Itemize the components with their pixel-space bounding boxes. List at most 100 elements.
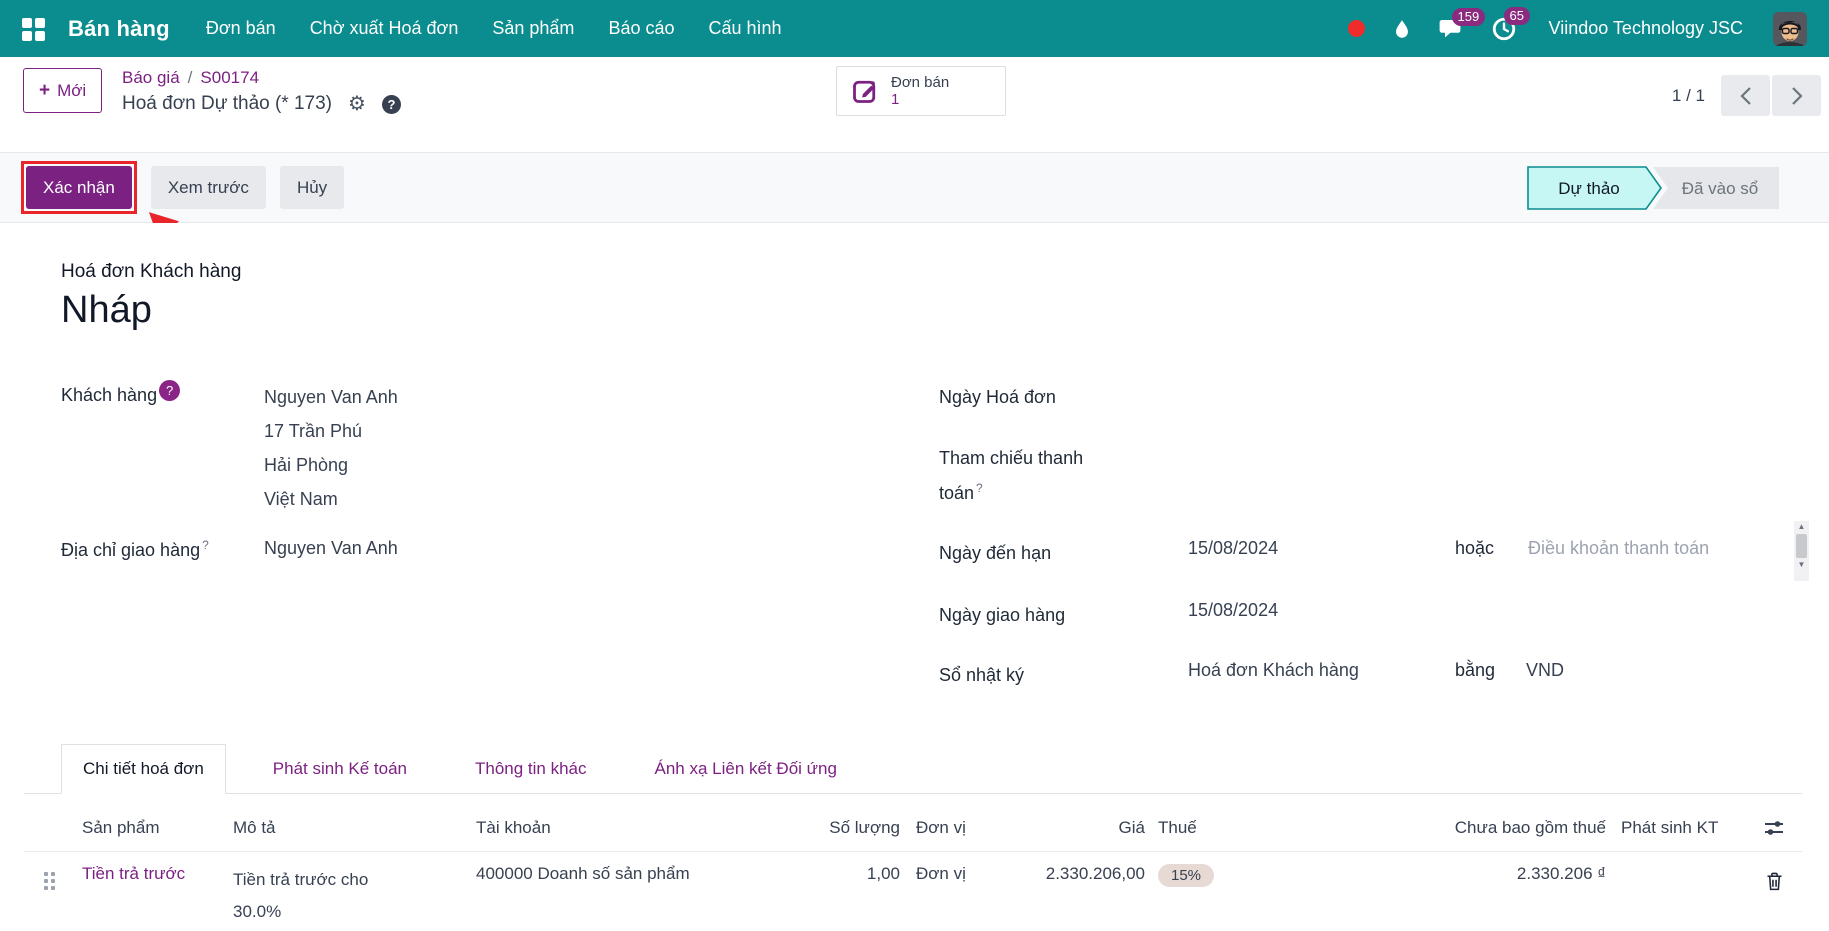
statusbar: Xác nhận Xem trước Hủy Dự thảo Đã vào sổ <box>0 153 1829 223</box>
tab-invoice-lines[interactable]: Chi tiết hoá đơn <box>61 744 226 794</box>
chevron-right-icon <box>1791 86 1803 105</box>
edit-note-icon <box>853 80 876 103</box>
cell-tax-badge[interactable]: 15% <box>1158 864 1215 887</box>
col-header-product: Sản phẩm <box>82 817 160 837</box>
new-button[interactable]: + Mới <box>23 68 103 113</box>
customer-name[interactable]: Nguyen Van Anh <box>264 380 398 414</box>
cell-product-link[interactable]: Tiền trả trước <box>82 864 185 883</box>
record-dot-icon[interactable] <box>1347 20 1365 37</box>
drag-handle-icon[interactable] <box>44 872 82 890</box>
cell-price[interactable]: 2.330.206,00 <box>1010 864 1145 928</box>
nav-item-don-ban[interactable]: Đơn bán <box>206 18 276 39</box>
col-header-uom: Đơn vị <box>916 817 966 837</box>
customer-value[interactable]: Nguyen Van Anh 17 Trần Phú Hải Phòng Việ… <box>264 380 398 516</box>
customer-street: 17 Trần Phú <box>264 421 363 441</box>
nav-item-cho-xuat-hoa-don[interactable]: Chờ xuất Hoá đơn <box>310 18 459 39</box>
col-header-price: Giá <box>1118 817 1145 837</box>
table-header-row: Sản phẩm Mô tả Tài khoản Số lượng Đơn vị… <box>24 804 1802 852</box>
scrollbar-thumb[interactable] <box>1796 534 1807 558</box>
tab-journal-items[interactable]: Phát sinh Kế toán <box>252 745 428 793</box>
stat-button-count: 1 <box>891 91 900 108</box>
droplet-icon[interactable] <box>1391 18 1413 40</box>
journal-label: Sổ nhật ký <box>939 665 1025 685</box>
journal-value[interactable]: Hoá đơn Khách hàng <box>1188 660 1455 681</box>
delete-row-icon[interactable] <box>1764 870 1785 893</box>
help-icon[interactable]: ? <box>381 94 401 114</box>
document-state-heading: Nháp <box>61 289 152 331</box>
company-name[interactable]: Viindoo Technology JSC <box>1549 18 1743 39</box>
due-date-label: Ngày đến hạn <box>939 543 1052 563</box>
state-draft-label[interactable]: Dự thảo <box>1558 179 1619 198</box>
messages-icon[interactable]: 159 <box>1439 7 1486 41</box>
tab-other-info[interactable]: Thông tin khác <box>454 745 608 793</box>
preview-button[interactable]: Xem trước <box>150 166 266 209</box>
cell-subtotal: 2.330.206 ₫ <box>1516 864 1606 883</box>
scroll-up-icon[interactable]: ▲ <box>1798 521 1806 533</box>
document-type-label: Hoá đơn Khách hàng <box>61 261 242 282</box>
page-title: Hoá đơn Dự thảo (* 173) <box>122 93 333 114</box>
pager-next-button[interactable] <box>1772 75 1821 116</box>
delivery-date-value[interactable]: 15/08/2024 <box>1188 600 1278 621</box>
invoice-date-row: Ngày Hoá đơn <box>939 382 1188 412</box>
in-currency-label: bằng <box>1455 660 1496 680</box>
activities-clock-icon[interactable]: 65 <box>1491 6 1530 42</box>
breadcrumb-separator: / <box>187 68 193 87</box>
apps-grid-icon[interactable] <box>22 17 45 41</box>
gear-icon[interactable]: ⚙ <box>348 94 366 114</box>
control-panel: + Mới Báo giá / S00174 Hoá đơn Dự thảo (… <box>0 57 1829 153</box>
currency-value[interactable]: VND <box>1526 660 1564 681</box>
cell-uom[interactable]: Đơn vị <box>900 864 1010 928</box>
due-date-value[interactable]: 15/08/2024 <box>1188 538 1455 559</box>
pager-value: 1 / 1 <box>1671 85 1705 105</box>
journal-row: Sổ nhật ký Hoá đơn Khách hàng bằng VND <box>939 660 1564 690</box>
customer-help-icon[interactable]: ? <box>159 380 181 401</box>
new-button-label: Mới <box>57 80 87 100</box>
delivery-date-label: Ngày giao hàng <box>939 605 1066 625</box>
nav-item-cau-hinh[interactable]: Cấu hình <box>709 18 782 39</box>
annotation-highlight-box: Xác nhận <box>21 161 137 214</box>
nav-item-bao-cao[interactable]: Báo cáo <box>608 18 674 39</box>
cell-account[interactable]: 400000 Doanh số sản phẩm <box>476 864 806 928</box>
breadcrumb: Báo giá / S00174 Hoá đơn Dự thảo (* 173)… <box>122 68 401 115</box>
col-header-subtotal: Chưa bao gồm thuế <box>1454 817 1606 837</box>
col-header-quantity: Số lượng <box>829 817 900 837</box>
app-name[interactable]: Bán hàng <box>68 16 170 42</box>
payment-terms-placeholder[interactable]: Điều khoản thanh toán <box>1528 538 1709 559</box>
cell-description[interactable]: Tiền trả trước cho 30.0% <box>233 864 398 928</box>
avatar[interactable] <box>1773 11 1807 46</box>
optional-columns-icon[interactable] <box>1763 817 1785 839</box>
table-row: Tiền trả trước Tiền trả trước cho 30.0% … <box>24 852 1802 928</box>
breadcrumb-current[interactable]: S00174 <box>200 68 259 88</box>
tab-counterpart-mapping[interactable]: Ánh xạ Liên kết Đối ứng <box>634 745 858 793</box>
sale-order-stat-button[interactable]: Đơn bán 1 <box>836 66 1006 116</box>
plus-icon: + <box>39 79 51 101</box>
delivery-address-help: ? <box>202 538 209 552</box>
delivery-address-value[interactable]: Nguyen Van Anh <box>264 538 398 559</box>
tab-bar: Chi tiết hoá đơn Phát sinh Kế toán Thông… <box>24 744 1802 794</box>
breadcrumb-parent[interactable]: Báo giá <box>122 68 180 88</box>
invoice-date-label: Ngày Hoá đơn <box>939 387 1056 407</box>
col-header-taxes: Thuế <box>1158 817 1197 837</box>
col-header-account: Tài khoản <box>476 817 551 837</box>
scroll-down-icon[interactable]: ▼ <box>1798 559 1806 571</box>
payment-ref-help: ? <box>976 481 983 495</box>
stat-button-label: Đơn bán <box>891 73 950 91</box>
or-label: hoặc <box>1455 538 1495 558</box>
pager: 1 / 1 <box>1672 75 1821 116</box>
delivery-date-row: Ngày giao hàng 15/08/2024 <box>939 600 1278 630</box>
cancel-button[interactable]: Hủy <box>279 166 345 209</box>
due-date-row: Ngày đến hạn 15/08/2024 hoặc Điều khoản … <box>939 538 1709 568</box>
activities-badge: 65 <box>1503 6 1530 25</box>
notebook-scrollbar[interactable]: ▲ ▼ <box>1794 521 1809 581</box>
state-posted-label[interactable]: Đã vào sổ <box>1682 179 1759 198</box>
confirm-button[interactable]: Xác nhận <box>26 166 132 209</box>
customer-label: Khách hàng <box>61 385 158 405</box>
pager-previous-button[interactable] <box>1721 75 1770 116</box>
top-navbar: Bán hàng Đơn bán Chờ xuất Hoá đơn Sản ph… <box>0 0 1829 57</box>
nav-item-san-pham[interactable]: Sản phẩm <box>492 18 574 39</box>
delivery-address-row: Địa chỉ giao hàng? Nguyen Van Anh <box>61 538 398 561</box>
form-sheet: Hoá đơn Khách hàng Nháp Khách hàng? Nguy… <box>0 223 1829 931</box>
chevron-left-icon <box>1739 86 1751 105</box>
cell-quantity[interactable]: 1,00 <box>806 864 900 928</box>
state-widget: Dự thảo Đã vào sổ <box>1527 166 1783 215</box>
